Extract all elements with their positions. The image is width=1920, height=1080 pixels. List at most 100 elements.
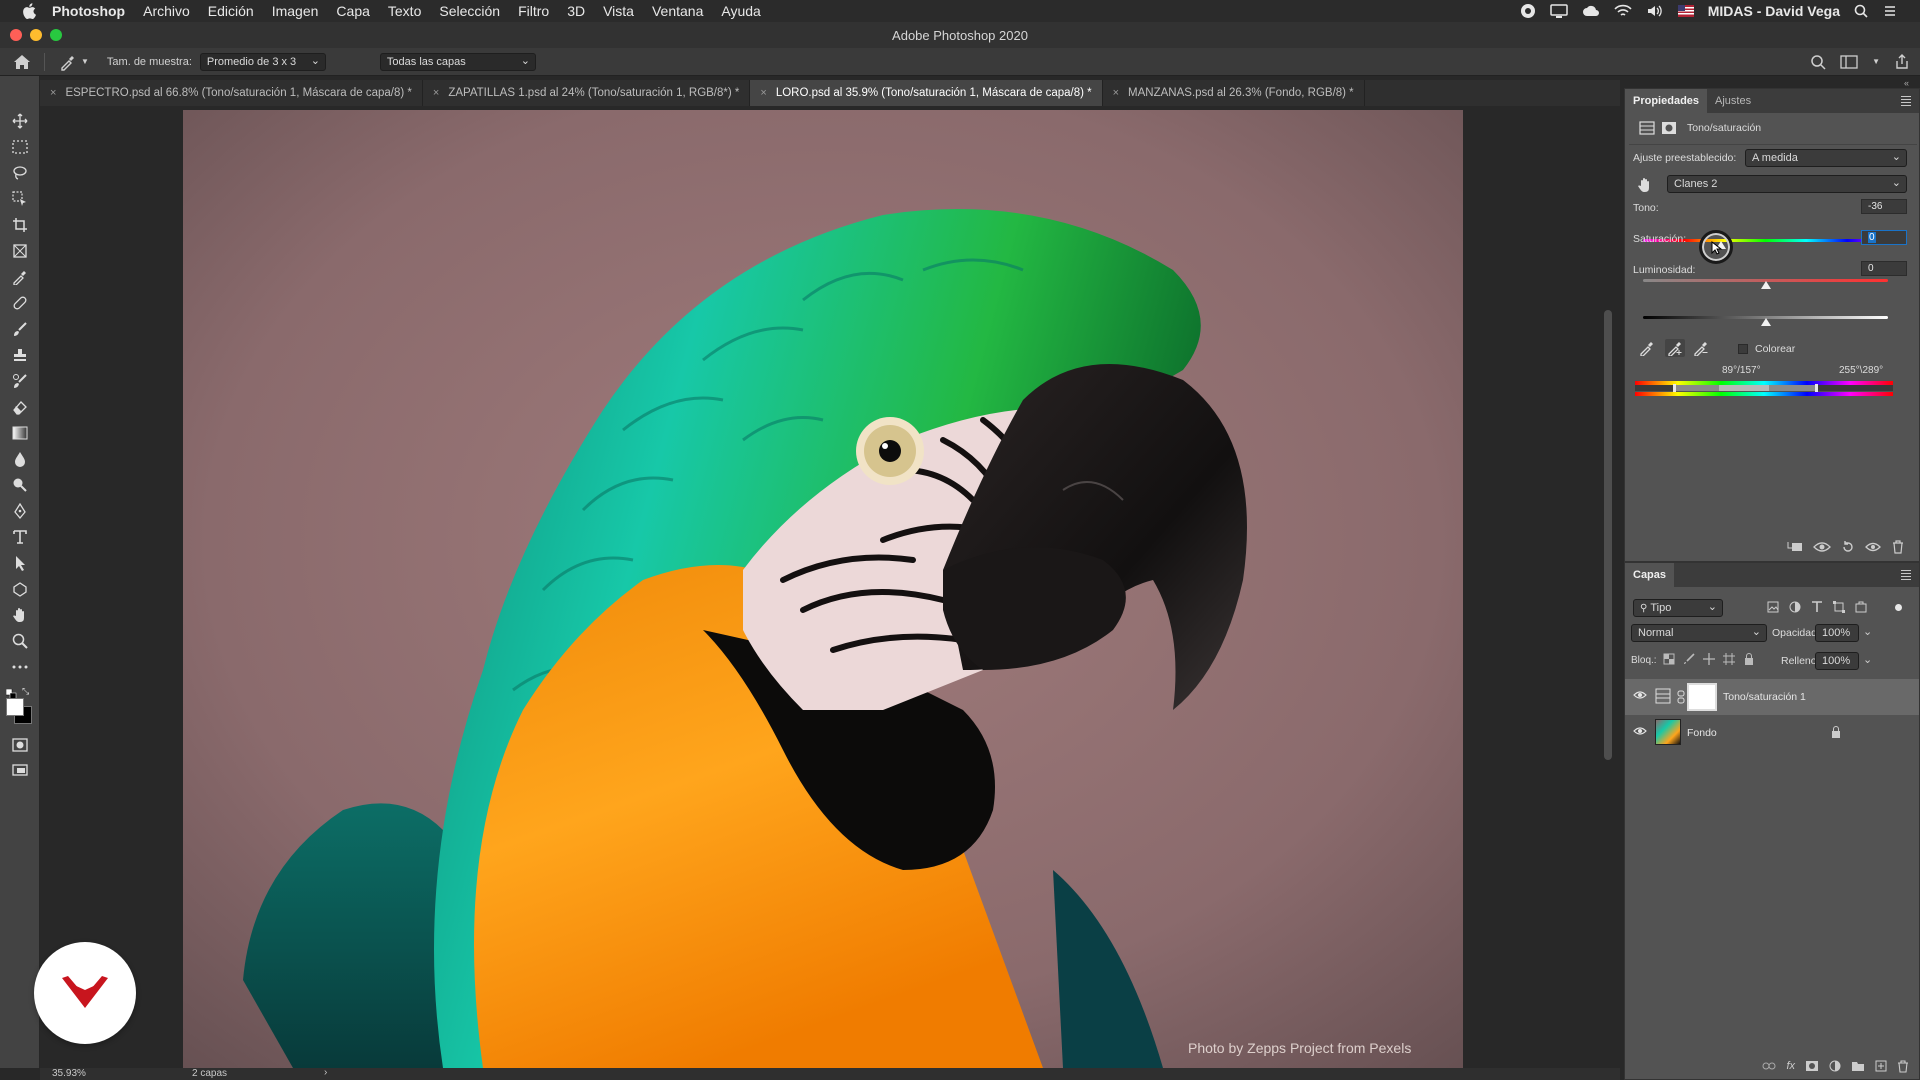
link-layers-icon[interactable] — [1762, 1061, 1776, 1071]
vertical-scrollbar[interactable] — [1604, 310, 1612, 760]
record-icon[interactable] — [1520, 3, 1536, 19]
layer-name[interactable]: Fondo — [1687, 727, 1717, 739]
quick-mask-icon[interactable] — [9, 734, 31, 756]
visibility-eye-icon[interactable] — [1633, 726, 1647, 739]
sample-layers-select[interactable]: Todas las capas ⌄ — [379, 52, 536, 71]
tab-propiedades[interactable]: Propiedades — [1625, 89, 1708, 113]
lightness-value-field[interactable]: 0 — [1861, 261, 1907, 276]
swap-colors-icon[interactable]: ⤡ — [22, 686, 32, 696]
minimize-window-button[interactable] — [30, 29, 42, 41]
default-colors-icon[interactable] — [5, 686, 18, 700]
reset-adjustments-icon[interactable] — [1841, 540, 1855, 554]
clip-to-layer-icon[interactable] — [1787, 540, 1803, 554]
blend-mode-select[interactable]: Normal ⌄ — [1631, 624, 1767, 642]
pen-tool-icon[interactable] — [9, 500, 31, 522]
search-icon[interactable] — [1810, 54, 1826, 70]
preset-select[interactable]: A medida ⌄ — [1745, 149, 1907, 167]
layer-row-hue-saturation[interactable]: Tono/saturación 1 — [1625, 679, 1919, 715]
screen-mode-icon[interactable] — [9, 760, 31, 782]
eyedropper-subtract-icon[interactable] — [1691, 339, 1711, 357]
new-group-icon[interactable] — [1851, 1060, 1865, 1072]
opacity-field[interactable]: 100% — [1815, 624, 1859, 642]
gradient-tool-icon[interactable] — [9, 422, 31, 444]
fill-field[interactable]: 100% — [1815, 652, 1859, 670]
document-tab-espectro[interactable]: × ESPECTRO.psd al 66.8% (Tono/saturación … — [40, 80, 423, 106]
zoom-tool-icon[interactable] — [9, 630, 31, 652]
chevron-right-icon[interactable]: › — [324, 1067, 327, 1078]
eyedropper-add-icon[interactable] — [1665, 339, 1685, 357]
flag-us-icon[interactable] — [1677, 5, 1694, 17]
healing-brush-tool-icon[interactable] — [9, 292, 31, 314]
shape-tool-icon[interactable] — [9, 578, 31, 600]
tool-preset-picker[interactable]: ▼ — [59, 53, 89, 71]
lightness-slider-thumb[interactable] — [1760, 318, 1771, 326]
hue-value-field[interactable]: -36 — [1861, 199, 1907, 214]
lock-transparent-pixels-icon[interactable] — [1663, 653, 1675, 665]
layer-filter-select[interactable]: ⚲ Tipo ⌄ — [1633, 599, 1723, 617]
add-mask-icon[interactable] — [1805, 1060, 1819, 1072]
canvas-image-parrot[interactable] — [183, 110, 1463, 1068]
close-tab-icon[interactable]: × — [433, 87, 439, 99]
menubar-user[interactable]: MIDAS - David Vega — [1708, 3, 1840, 19]
menu-app-photoshop[interactable]: Photoshop — [52, 3, 125, 19]
share-icon[interactable] — [1894, 53, 1910, 70]
menu-vista[interactable]: Vista — [603, 3, 634, 19]
zoom-level[interactable]: 35.93% — [52, 1068, 86, 1079]
menu-seleccion[interactable]: Selección — [439, 3, 500, 19]
menu-archivo[interactable]: Archivo — [143, 3, 190, 19]
apple-menu-icon[interactable] — [20, 3, 38, 19]
lock-artboard-icon[interactable] — [1723, 653, 1735, 665]
targeted-adjustment-hand-icon[interactable] — [1635, 176, 1655, 194]
saturation-slider-thumb[interactable] — [1760, 281, 1771, 289]
panel-menu-icon[interactable] — [1901, 570, 1911, 580]
wifi-icon[interactable] — [1614, 4, 1632, 18]
range-handle-right[interactable] — [1815, 384, 1818, 392]
volume-icon[interactable] — [1646, 4, 1664, 18]
lock-image-pixels-icon[interactable] — [1683, 653, 1695, 665]
type-tool-icon[interactable] — [9, 526, 31, 548]
tab-capas[interactable]: Capas — [1625, 563, 1675, 587]
history-brush-tool-icon[interactable] — [9, 370, 31, 392]
workspace-icon[interactable] — [1840, 54, 1858, 69]
colorize-checkbox[interactable] — [1738, 344, 1748, 354]
lock-position-icon[interactable] — [1703, 653, 1715, 665]
filter-smart-object-icon[interactable] — [1855, 601, 1867, 613]
blur-tool-icon[interactable] — [9, 448, 31, 470]
dodge-tool-icon[interactable] — [9, 474, 31, 496]
new-layer-icon[interactable] — [1875, 1060, 1887, 1072]
zoom-window-button[interactable] — [50, 29, 62, 41]
eraser-tool-icon[interactable] — [9, 396, 31, 418]
spotlight-search-icon[interactable] — [1854, 4, 1868, 18]
marquee-tool-icon[interactable] — [9, 136, 31, 158]
layer-mask-thumbnail[interactable] — [1687, 683, 1717, 711]
close-tab-icon[interactable]: × — [760, 87, 766, 99]
layer-row-fondo[interactable]: Fondo — [1625, 715, 1919, 751]
menu-ventana[interactable]: Ventana — [652, 3, 703, 19]
clone-stamp-tool-icon[interactable] — [9, 344, 31, 366]
object-selection-tool-icon[interactable] — [9, 188, 31, 210]
filter-pixel-icon[interactable] — [1767, 601, 1779, 613]
document-tab-zapatillas[interactable]: × ZAPATILLAS 1.psd al 24% (Tono/saturació… — [423, 80, 751, 106]
menu-ayuda[interactable]: Ayuda — [721, 3, 760, 19]
menu-3d[interactable]: 3D — [567, 3, 585, 19]
visibility-eye-icon[interactable] — [1633, 690, 1647, 703]
lasso-tool-icon[interactable] — [9, 162, 31, 184]
sample-size-select[interactable]: Promedio de 3 x 3 ⌄ — [199, 52, 326, 71]
lock-all-icon[interactable] — [1743, 653, 1755, 665]
frame-tool-icon[interactable] — [9, 240, 31, 262]
new-fill-adjustment-icon[interactable] — [1829, 1060, 1841, 1072]
layer-mask-icon[interactable] — [1659, 119, 1679, 137]
move-tool-icon[interactable] — [9, 110, 31, 132]
foreground-color-swatch[interactable] — [6, 698, 24, 716]
toggle-visibility-icon[interactable] — [1865, 541, 1881, 553]
delete-layer-icon[interactable] — [1897, 1059, 1909, 1073]
brush-tool-icon[interactable] — [9, 318, 31, 340]
crop-tool-icon[interactable] — [9, 214, 31, 236]
eyedropper-icon[interactable] — [1637, 339, 1657, 357]
home-icon[interactable] — [0, 54, 44, 70]
more-tools-icon[interactable] — [9, 656, 31, 678]
filter-toggle-icon[interactable] — [1895, 604, 1902, 611]
tab-ajustes[interactable]: Ajustes — [1707, 89, 1759, 113]
mask-link-icon[interactable] — [1677, 690, 1685, 707]
document-tab-manzanas[interactable]: × MANZANAS.psd al 26.3% (Fondo, RGB/8) * — [1103, 80, 1365, 106]
